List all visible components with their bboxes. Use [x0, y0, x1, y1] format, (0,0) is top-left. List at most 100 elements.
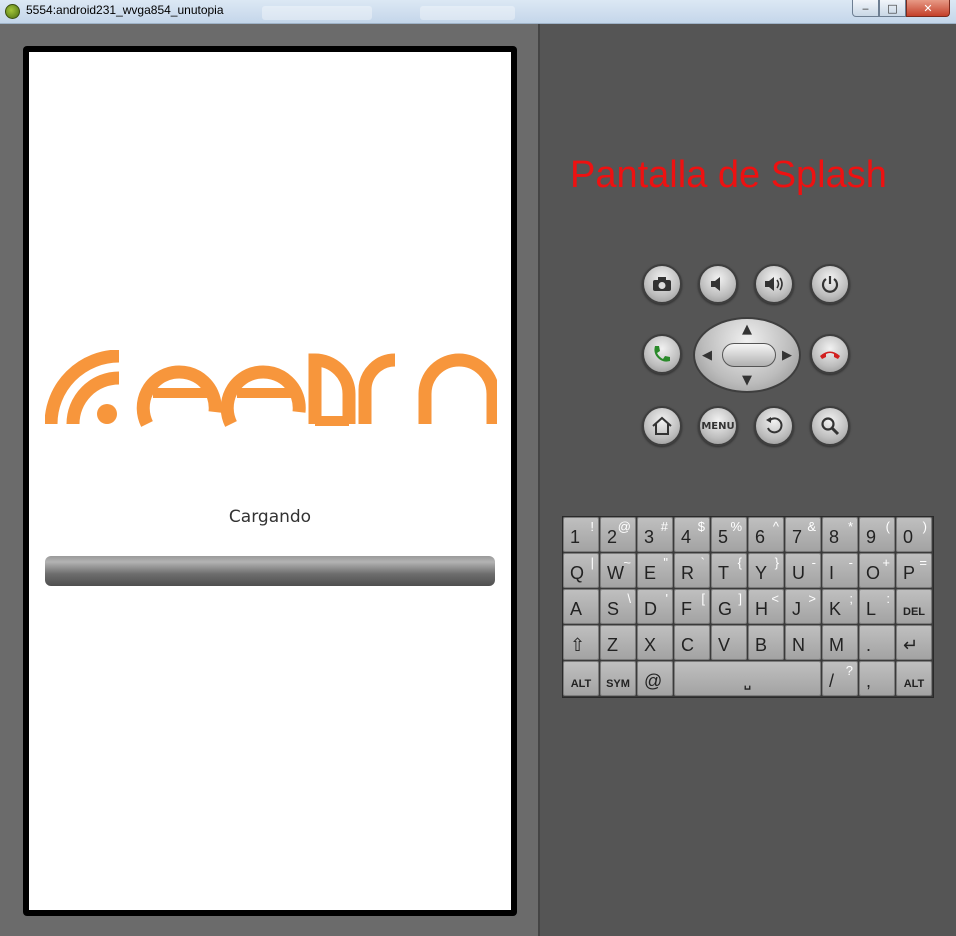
key-alt-label: @ — [617, 519, 631, 534]
key-alt-label: ( — [885, 519, 890, 534]
key-g[interactable]: G] — [711, 589, 747, 624]
key-k[interactable]: K; — [822, 589, 858, 624]
key-r[interactable]: R ` — [674, 553, 710, 588]
key-c[interactable]: C — [674, 625, 710, 660]
key-x[interactable]: X — [637, 625, 673, 660]
key-label: 6 — [755, 527, 766, 547]
key-alt-label: { — [737, 555, 742, 570]
key-0[interactable]: 0) — [896, 517, 932, 552]
key-label: T — [718, 563, 729, 583]
key-[interactable]: . — [859, 625, 895, 660]
key-2[interactable]: 2 @ — [600, 517, 636, 552]
key-label: R — [681, 563, 694, 583]
camera-button[interactable] — [642, 264, 682, 304]
sym-key[interactable]: SYM — [600, 661, 636, 696]
key-4[interactable]: 4 $ — [674, 517, 710, 552]
dpad-right-icon[interactable]: ▶ — [782, 349, 792, 362]
key-b[interactable]: B — [748, 625, 784, 660]
dpad[interactable]: ▲ ▼ ◀ ▶ — [693, 317, 801, 393]
key-u[interactable]: U- — [785, 553, 821, 588]
key-y[interactable]: Y} — [748, 553, 784, 588]
key-n[interactable]: N — [785, 625, 821, 660]
key-q[interactable]: Q | — [563, 553, 599, 588]
key-a[interactable]: A — [563, 589, 599, 624]
dpad-up-icon[interactable]: ▲ — [742, 323, 752, 336]
window-title: 5554:android231_wvga854_unutopia — [26, 3, 224, 17]
key-e[interactable]: E " — [637, 553, 673, 588]
key-alt-label: - — [811, 555, 816, 570]
key-p[interactable]: P = — [896, 553, 932, 588]
key-alt-label: : — [886, 591, 890, 606]
at-key[interactable]: @ — [637, 661, 673, 696]
key-w[interactable]: W ~ — [600, 553, 636, 588]
search-button[interactable] — [810, 406, 850, 446]
comma-key[interactable]: , — [859, 661, 895, 696]
key-label: , — [866, 671, 872, 691]
end-call-button[interactable] — [810, 334, 850, 374]
progress-bar — [45, 556, 495, 586]
key-del[interactable]: DEL — [896, 589, 932, 624]
key-f[interactable]: F[ — [674, 589, 710, 624]
key-z[interactable]: Z — [600, 625, 636, 660]
key-s[interactable]: S \ — [600, 589, 636, 624]
slash-key[interactable]: /? — [822, 661, 858, 696]
key-9[interactable]: 9( — [859, 517, 895, 552]
key-8[interactable]: 8 * — [822, 517, 858, 552]
volume-down-button[interactable] — [698, 264, 738, 304]
key-3[interactable]: 3 # — [637, 517, 673, 552]
key-j[interactable]: J > — [785, 589, 821, 624]
key-m[interactable]: M — [822, 625, 858, 660]
key-label: Q — [570, 563, 585, 583]
call-icon — [654, 346, 670, 362]
back-button[interactable] — [754, 406, 794, 446]
key-alt-label: [ — [701, 591, 705, 606]
key-[interactable]: ↵ — [896, 625, 932, 660]
key-alt-label: ; — [849, 591, 853, 606]
key-7[interactable]: 7 & — [785, 517, 821, 552]
power-button[interactable] — [810, 264, 850, 304]
key-alt-label: ] — [738, 591, 742, 606]
close-button[interactable]: ✕ — [906, 0, 950, 17]
key-d[interactable]: D ' — [637, 589, 673, 624]
key-t[interactable]: T{ — [711, 553, 747, 588]
key-v[interactable]: V — [711, 625, 747, 660]
volume-up-button[interactable] — [754, 264, 794, 304]
device-screen[interactable]: Cargando — [29, 52, 511, 910]
key-1[interactable]: 1! — [563, 517, 599, 552]
key-label: 1 — [570, 527, 581, 547]
key-label: I — [829, 563, 835, 583]
call-button[interactable] — [642, 334, 682, 374]
key-o[interactable]: O + — [859, 553, 895, 588]
key-l[interactable]: L: — [859, 589, 895, 624]
key-i[interactable]: I- — [822, 553, 858, 588]
home-button[interactable] — [642, 406, 682, 446]
home-icon — [652, 416, 672, 435]
key-5[interactable]: 5% — [711, 517, 747, 552]
space-key[interactable]: ␣ — [674, 661, 821, 696]
key-h[interactable]: H < — [748, 589, 784, 624]
key-6[interactable]: 6 ^ — [748, 517, 784, 552]
minimize-button[interactable]: ‒ — [852, 0, 879, 17]
dpad-left-icon[interactable]: ◀ — [702, 349, 712, 362]
key-alt-label: < — [771, 591, 779, 606]
dpad-center-button[interactable] — [722, 343, 776, 367]
key-alt-label: * — [847, 519, 853, 534]
key-label: ALT — [903, 678, 925, 690]
emulator-keyboard: 1! 2 @3 #4 $5% 6 ^ 7 & 8 * 9(0) Q | W ~ E " R ` T{Y} U - I - O + P =… — [562, 516, 934, 698]
key-label: F — [681, 599, 692, 619]
key-[interactable]: ⇧ — [563, 625, 599, 660]
key-alt-label: % — [730, 519, 742, 534]
key-label: D — [644, 599, 657, 619]
key-label: V — [718, 635, 731, 655]
dpad-down-icon[interactable]: ▼ — [742, 374, 752, 387]
key-label: 9 — [866, 527, 877, 547]
alt-right-key[interactable]: ALT — [896, 661, 932, 696]
alt-left-key[interactable]: ALT — [563, 661, 599, 696]
key-label: 8 — [829, 527, 840, 547]
background-tab — [262, 6, 372, 20]
key-label: 3 — [644, 527, 655, 547]
key-label: B — [755, 635, 768, 655]
maximize-button[interactable]: □ — [879, 0, 906, 17]
menu-button[interactable]: MENU — [698, 406, 738, 446]
key-label: ⇧ — [570, 635, 586, 655]
